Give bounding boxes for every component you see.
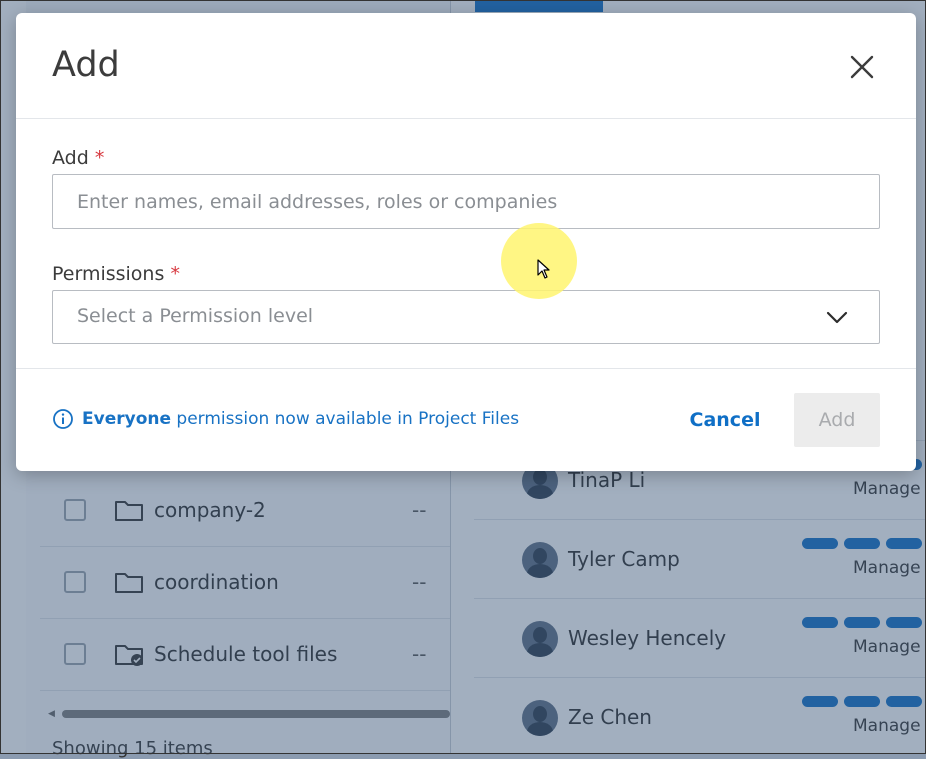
required-marker: * <box>170 263 180 285</box>
info-text: Everyone permission now available in Pro… <box>82 409 519 429</box>
info-circle-icon <box>53 409 73 429</box>
permissions-label-text: Permissions <box>52 263 165 285</box>
permission-select-placeholder: Select a Permission level <box>77 305 314 327</box>
add-label-text: Add <box>52 147 89 169</box>
info-message: Everyone permission now available in Pro… <box>52 408 519 430</box>
close-icon[interactable] <box>846 51 878 83</box>
permissions-field-label: Permissions * <box>52 263 180 285</box>
add-members-input[interactable] <box>52 174 880 229</box>
dialog-title: Add <box>52 45 120 85</box>
required-marker: * <box>94 147 105 169</box>
chevron-down-icon <box>826 311 848 324</box>
footer-divider <box>16 368 916 369</box>
info-body: permission now available in Project File… <box>171 409 520 429</box>
info-highlight: Everyone <box>82 409 172 429</box>
mouse-pointer-icon <box>537 259 550 279</box>
cancel-button[interactable]: Cancel <box>682 396 768 444</box>
add-button[interactable]: Add <box>794 393 880 447</box>
add-field-label: Add * <box>52 147 104 169</box>
add-dialog: Add Add * Permissions * Select a Permiss… <box>16 13 916 471</box>
header-divider <box>16 118 916 119</box>
permission-level-select[interactable]: Select a Permission level <box>52 290 880 344</box>
